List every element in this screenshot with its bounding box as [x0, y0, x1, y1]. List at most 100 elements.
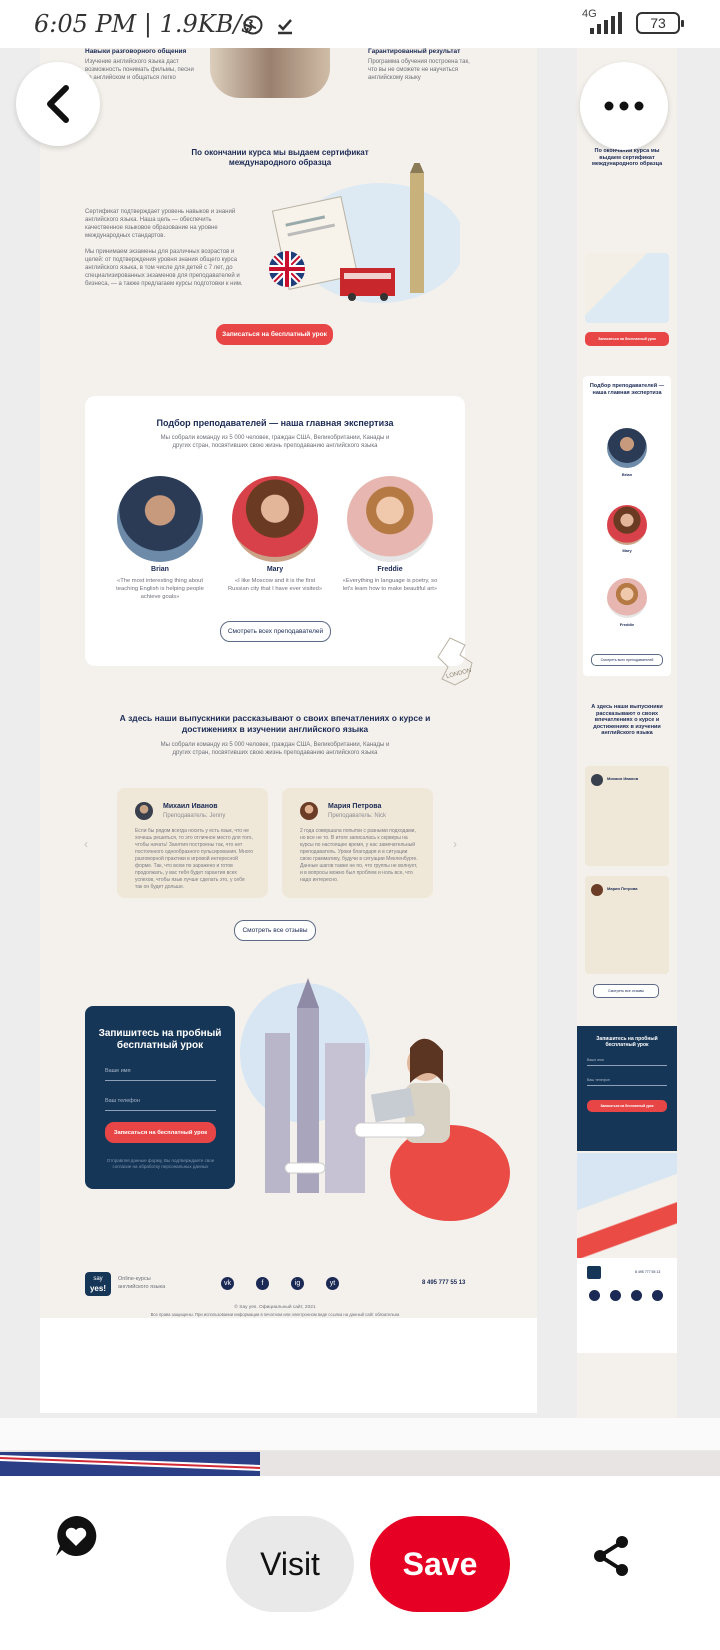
mobile-reviews-title: А здесь наши выпускники рассказывают о с…	[591, 704, 663, 736]
mobile-teacher-avatar[interactable]	[607, 505, 647, 545]
save-button[interactable]: Save	[370, 1516, 510, 1612]
youtube-icon[interactable]	[652, 1290, 663, 1301]
form-signup-button[interactable]: Записаться на бесплатный урок	[105, 1122, 216, 1143]
teacher-brian-quote: «The most interesting thing about teachi…	[116, 578, 204, 600]
say-yes-logo: say yes!	[85, 1272, 111, 1296]
mobile-teacher-name: Freddie	[619, 622, 635, 627]
mobile-teacher-avatar[interactable]	[607, 578, 647, 618]
reviewer-avatar	[300, 802, 318, 820]
teacher-mary-quote: «I like Moscow and it is the first Russi…	[227, 578, 323, 592]
signup-form: Запишитесь на пробный бесплатный урок Ва…	[85, 1006, 235, 1189]
teachers-subtitle: Мы собрали команду из 5 000 человек, гра…	[160, 435, 390, 449]
teacher-mary-avatar[interactable]	[232, 476, 318, 562]
footer-tagline: Online-курсы английского языка	[118, 1276, 166, 1290]
mobile-logo	[587, 1266, 601, 1279]
mobile-teacher-name: Mary	[622, 548, 632, 553]
teacher-brian-avatar[interactable]	[117, 476, 203, 562]
mobile-teacher-name: Brian	[621, 472, 633, 477]
mobile-mockup: По окончании курса мы выдаем сертификат …	[577, 48, 677, 1418]
visit-button[interactable]: Visit	[226, 1516, 354, 1612]
reviews-prev-arrow[interactable]: ‹	[84, 837, 88, 851]
battery-level: 73	[650, 15, 666, 31]
mobile-hero-illustration	[577, 1153, 677, 1258]
reviewer-name: Михаил Иванов	[163, 803, 218, 810]
feature-right-title: Гарантированный результат	[368, 48, 461, 55]
mobile-signup-button[interactable]: Записаться на бесплатный урок	[585, 332, 669, 346]
phone-input[interactable]: Ваш телефон	[105, 1098, 216, 1111]
name-input[interactable]: Ваше имя	[105, 1068, 216, 1081]
footer-rights: Все права защищены. При использовании ин…	[150, 1312, 400, 1317]
mobile-reviewer-avatar	[591, 774, 603, 786]
feature-right-text: Программа обучения построена так, что вы…	[368, 59, 470, 81]
mobile-form-title: Запишитесь на пробный бесплатный урок	[596, 1036, 658, 1048]
facebook-icon[interactable]: f	[256, 1277, 269, 1290]
mobile-signup-form: Запишитесь на пробный бесплатный урок Ва…	[577, 1026, 677, 1151]
review-card: Михаил Иванов Преподаватель: Jenny Если …	[117, 788, 268, 898]
form-consent-note: Отправляя данные форму, Вы подтверждаете…	[106, 1158, 215, 1169]
footer-copyright: © Say yes. Официальный сайт, 2021	[234, 1305, 316, 1310]
teachers-title: Подбор преподавателей — наша главная экс…	[156, 418, 394, 428]
back-button[interactable]	[16, 62, 100, 146]
teacher-freddie-name: Freddie	[377, 566, 403, 573]
people-photo	[210, 48, 330, 98]
hero-illustration	[235, 973, 510, 1248]
all-teachers-button[interactable]: Смотреть всех преподавателей	[220, 621, 331, 642]
teacher-freddie-quote: «Everything in language is poetry, so le…	[342, 578, 438, 592]
review-text: Если бы рядом всегда носить у есть язык,…	[135, 828, 253, 890]
mobile-certificate-illustration	[585, 253, 669, 323]
signal-icon: 4G	[582, 8, 626, 36]
reviewer-name: Мария Петрова	[328, 803, 382, 810]
more-options-button[interactable]	[580, 62, 668, 150]
share-button[interactable]	[590, 1534, 634, 1578]
mobile-teacher-avatar[interactable]	[607, 428, 647, 468]
certificate-illustration	[260, 157, 465, 313]
review-card: Мария Петрова Преподаватель: Nick 2 года…	[282, 788, 433, 898]
all-reviews-button[interactable]: Смотреть все отзывы	[234, 920, 316, 941]
next-pin-preview[interactable]	[0, 1418, 720, 1476]
mobile-all-reviews-button[interactable]: Смотреть все отзывы	[593, 984, 659, 998]
mobile-phone[interactable]: 8 495 777 55 13	[635, 1270, 660, 1274]
logo-line-2: yes!	[89, 1284, 106, 1293]
form-title: Запишитесь на пробный бесплатный урок	[98, 1028, 222, 1051]
mobile-all-teachers-button[interactable]: Смотреть всех преподавателей	[591, 654, 663, 666]
heart-comment-icon	[56, 1515, 97, 1556]
feature-left-title: Навыки разговорного общения	[85, 48, 187, 55]
mobile-phone-input[interactable]: Ваш телефон	[587, 1078, 667, 1086]
vk-icon[interactable]: vk	[221, 1277, 234, 1290]
reviewer-avatar	[135, 802, 153, 820]
whatsapp-icon	[243, 15, 263, 35]
feature-left-text: Изучение английского языка даст возможно…	[85, 59, 194, 81]
reviews-title: А здесь наши выпускники рассказывают о с…	[119, 713, 431, 734]
mobile-socials	[589, 1290, 663, 1301]
mobile-reviewer-name: Мария Петрова	[607, 886, 638, 891]
teacher-brian-name: Brian	[151, 566, 169, 573]
share-icon	[594, 1536, 628, 1576]
facebook-icon[interactable]	[610, 1290, 621, 1301]
vk-icon[interactable]	[589, 1290, 600, 1301]
more-dots-icon	[604, 101, 644, 111]
mobile-review-card: Мария Петрова	[585, 876, 669, 974]
footer-phone[interactable]: 8 495 777 55 13	[422, 1280, 465, 1286]
mobile-name-input[interactable]: Ваше имя	[587, 1058, 667, 1066]
network-type: 4G	[582, 8, 597, 20]
reviews-subtitle: Мы собрали команду из 5 000 человек, гра…	[160, 742, 390, 756]
instagram-icon[interactable]	[631, 1290, 642, 1301]
pin-image[interactable]: Навыки разговорного общения Изучение анг…	[0, 48, 720, 1476]
footer	[40, 1318, 537, 1413]
back-arrow-icon	[47, 85, 69, 123]
certificate-signup-button[interactable]: Записаться на бесплатный урок	[216, 324, 333, 345]
mobile-teachers-title: Подбор преподавателей — наша главная экс…	[589, 383, 665, 396]
mobile-certificate-title: По окончании курса мы выдаем сертификат …	[591, 148, 663, 167]
battery-icon: 73	[636, 12, 684, 34]
reviews-next-arrow[interactable]: ›	[453, 837, 457, 851]
instagram-icon[interactable]: ig	[291, 1277, 304, 1290]
certificate-text-2: Мы принимаем экзамены для различных возр…	[85, 249, 243, 287]
teacher-freddie-avatar[interactable]	[347, 476, 433, 562]
react-button[interactable]	[52, 1512, 100, 1560]
mobile-reviewer-name: Михаил Иванов	[607, 776, 639, 781]
mobile-form-button[interactable]: Записаться на бесплатный урок	[587, 1100, 667, 1112]
youtube-icon[interactable]: yt	[326, 1277, 339, 1290]
uk-flag-icon	[269, 251, 305, 287]
mobile-review-card: Михаил Иванов	[585, 766, 669, 866]
review-text: 2 года совершала попытки с разными подхо…	[300, 828, 418, 883]
